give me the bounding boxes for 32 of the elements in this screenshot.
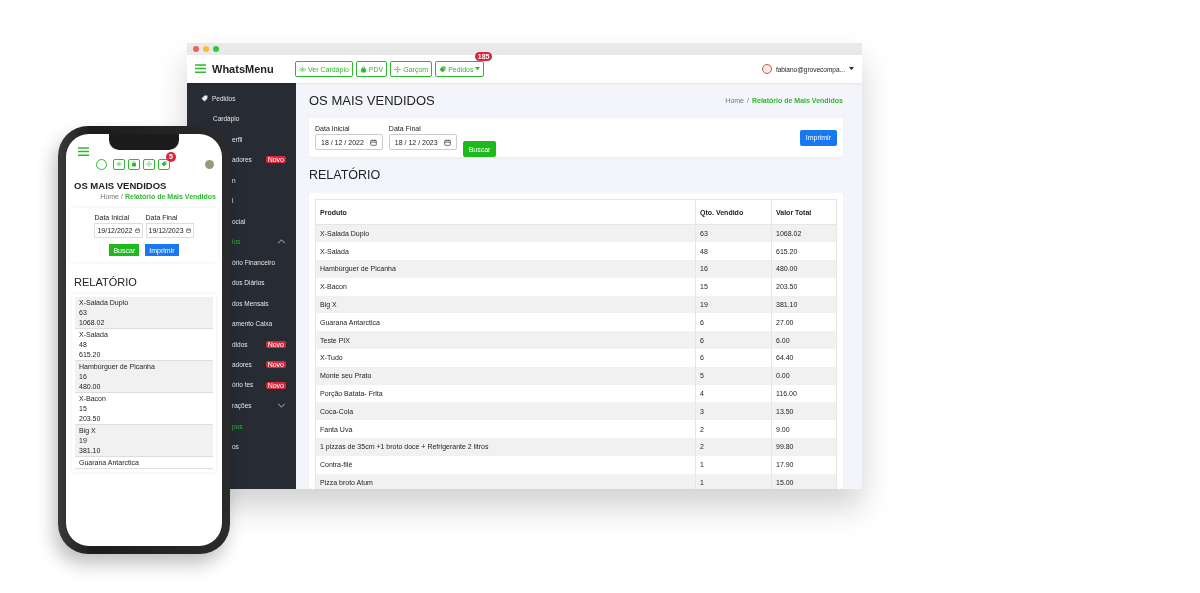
- tag-icon: [439, 65, 447, 73]
- window-maximize-button[interactable]: [213, 46, 219, 52]
- window-close-button[interactable]: [193, 46, 199, 52]
- calendar-icon: [443, 138, 451, 146]
- menu-icon[interactable]: [195, 64, 206, 74]
- phone-notch: [109, 134, 179, 150]
- section-title: RELATÓRIO: [309, 166, 382, 184]
- move-icon: [146, 161, 152, 167]
- page-title: OS MAIS VENDIDOS: [309, 93, 435, 108]
- menu-icon[interactable]: [78, 146, 89, 156]
- tag-icon: [161, 161, 167, 167]
- eye-icon: [116, 161, 122, 167]
- caret-icon: [849, 67, 854, 71]
- bag-icon: [131, 161, 137, 167]
- calendar-icon: [134, 228, 140, 233]
- nav-button[interactable]: [158, 158, 170, 170]
- section-title: RELATÓRIO: [73, 275, 138, 288]
- eye-icon: [299, 65, 306, 73]
- tag-icon: [201, 94, 208, 102]
- app-logo-text: WhatsMenu: [212, 63, 275, 75]
- nav-button[interactable]: [113, 158, 125, 170]
- nav-button[interactable]: [143, 158, 155, 170]
- caret-icon: [475, 67, 481, 71]
- nav-button[interactable]: [128, 158, 140, 170]
- page-title: OS MAIS VENDIDOS: [73, 179, 168, 191]
- move-icon: [394, 65, 402, 73]
- bag-icon: [359, 65, 367, 73]
- avatar-icon[interactable]: [205, 159, 214, 169]
- calendar-icon: [185, 228, 191, 233]
- avatar-icon[interactable]: [761, 64, 772, 74]
- calendar-icon: [369, 138, 377, 146]
- window-minimize-button[interactable]: [203, 46, 209, 52]
